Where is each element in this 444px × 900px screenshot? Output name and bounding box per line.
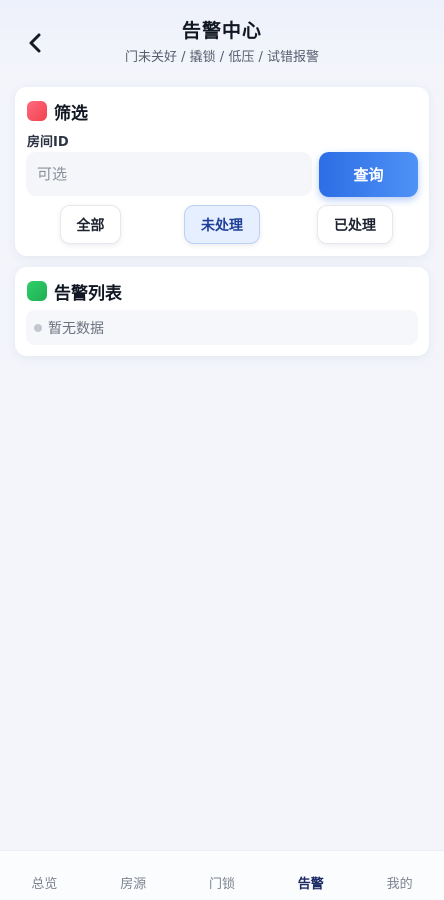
filter-all-button[interactable]: 全部 xyxy=(60,205,121,244)
room-id-input[interactable] xyxy=(26,152,312,196)
empty-state-text: 暂无数据 xyxy=(48,320,104,337)
room-id-label: 房间ID xyxy=(27,135,69,150)
tab-properties[interactable]: 房源 xyxy=(89,851,178,900)
query-button[interactable]: 查询 xyxy=(319,152,418,197)
page-title: 告警中心 xyxy=(181,20,262,42)
filter-heading: 筛选 xyxy=(27,99,88,124)
bottom-tab-bar: 总览 房源 门锁 告警 我的 xyxy=(0,850,444,900)
tab-overview[interactable]: 总览 xyxy=(0,851,89,900)
filter-heading-text: 筛选 xyxy=(54,103,88,124)
filter-dot-icon xyxy=(27,101,47,121)
alarm-list-dot-icon xyxy=(27,281,47,301)
filter-card: 筛选 房间ID 查询 全部 未处理 已处理 xyxy=(15,87,429,256)
tab-mine[interactable]: 我的 xyxy=(355,851,444,900)
app-root: 告警中心 门未关好 / 撬锁 / 低压 / 试错报警 筛选 房间ID 查询 全部… xyxy=(0,0,444,900)
tab-alarms[interactable]: 告警 xyxy=(266,851,355,900)
page-subtitle: 门未关好 / 撬锁 / 低压 / 试错报警 xyxy=(125,50,319,65)
empty-state: 暂无数据 xyxy=(26,310,418,345)
tab-door-locks[interactable]: 门锁 xyxy=(178,851,267,900)
filter-unprocessed-button[interactable]: 未处理 xyxy=(184,205,260,244)
alarm-list-card: 告警列表 暂无数据 xyxy=(15,267,429,356)
alarm-list-heading-text: 告警列表 xyxy=(54,283,122,304)
alarm-list-heading: 告警列表 xyxy=(27,279,122,304)
page-header: 告警中心 门未关好 / 撬锁 / 低压 / 试错报警 xyxy=(0,0,444,80)
empty-dot-icon xyxy=(34,323,42,332)
filter-processed-button[interactable]: 已处理 xyxy=(317,205,393,244)
